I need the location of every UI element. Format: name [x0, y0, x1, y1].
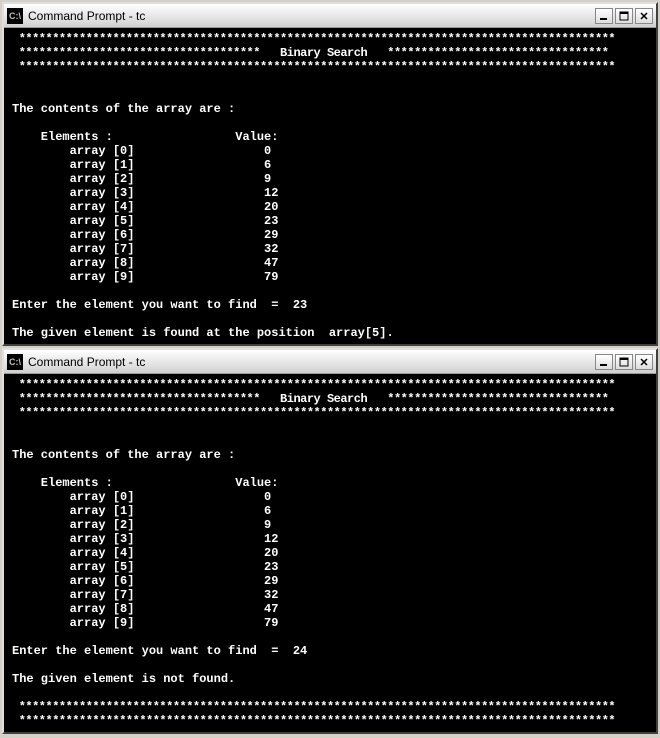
window-controls: [595, 8, 653, 24]
window-controls: [595, 354, 653, 370]
window-title: Command Prompt - tc: [28, 355, 595, 369]
titlebar[interactable]: C:\ Command Prompt - tc: [4, 4, 656, 28]
cmd-icon: C:\: [7, 354, 23, 370]
console-output: ****************************************…: [4, 374, 656, 732]
window-title: Command Prompt - tc: [28, 9, 595, 23]
cmd-icon: C:\: [7, 8, 23, 24]
maximize-button[interactable]: [615, 8, 633, 24]
console-window: C:\ Command Prompt - tc ****************…: [2, 2, 658, 346]
maximize-button[interactable]: [615, 354, 633, 370]
console-output: ****************************************…: [4, 28, 656, 344]
minimize-button[interactable]: [595, 8, 613, 24]
close-button[interactable]: [635, 8, 653, 24]
titlebar[interactable]: C:\ Command Prompt - tc: [4, 350, 656, 374]
console-window: C:\ Command Prompt - tc ****************…: [2, 348, 658, 734]
close-button[interactable]: [635, 354, 653, 370]
minimize-button[interactable]: [595, 354, 613, 370]
